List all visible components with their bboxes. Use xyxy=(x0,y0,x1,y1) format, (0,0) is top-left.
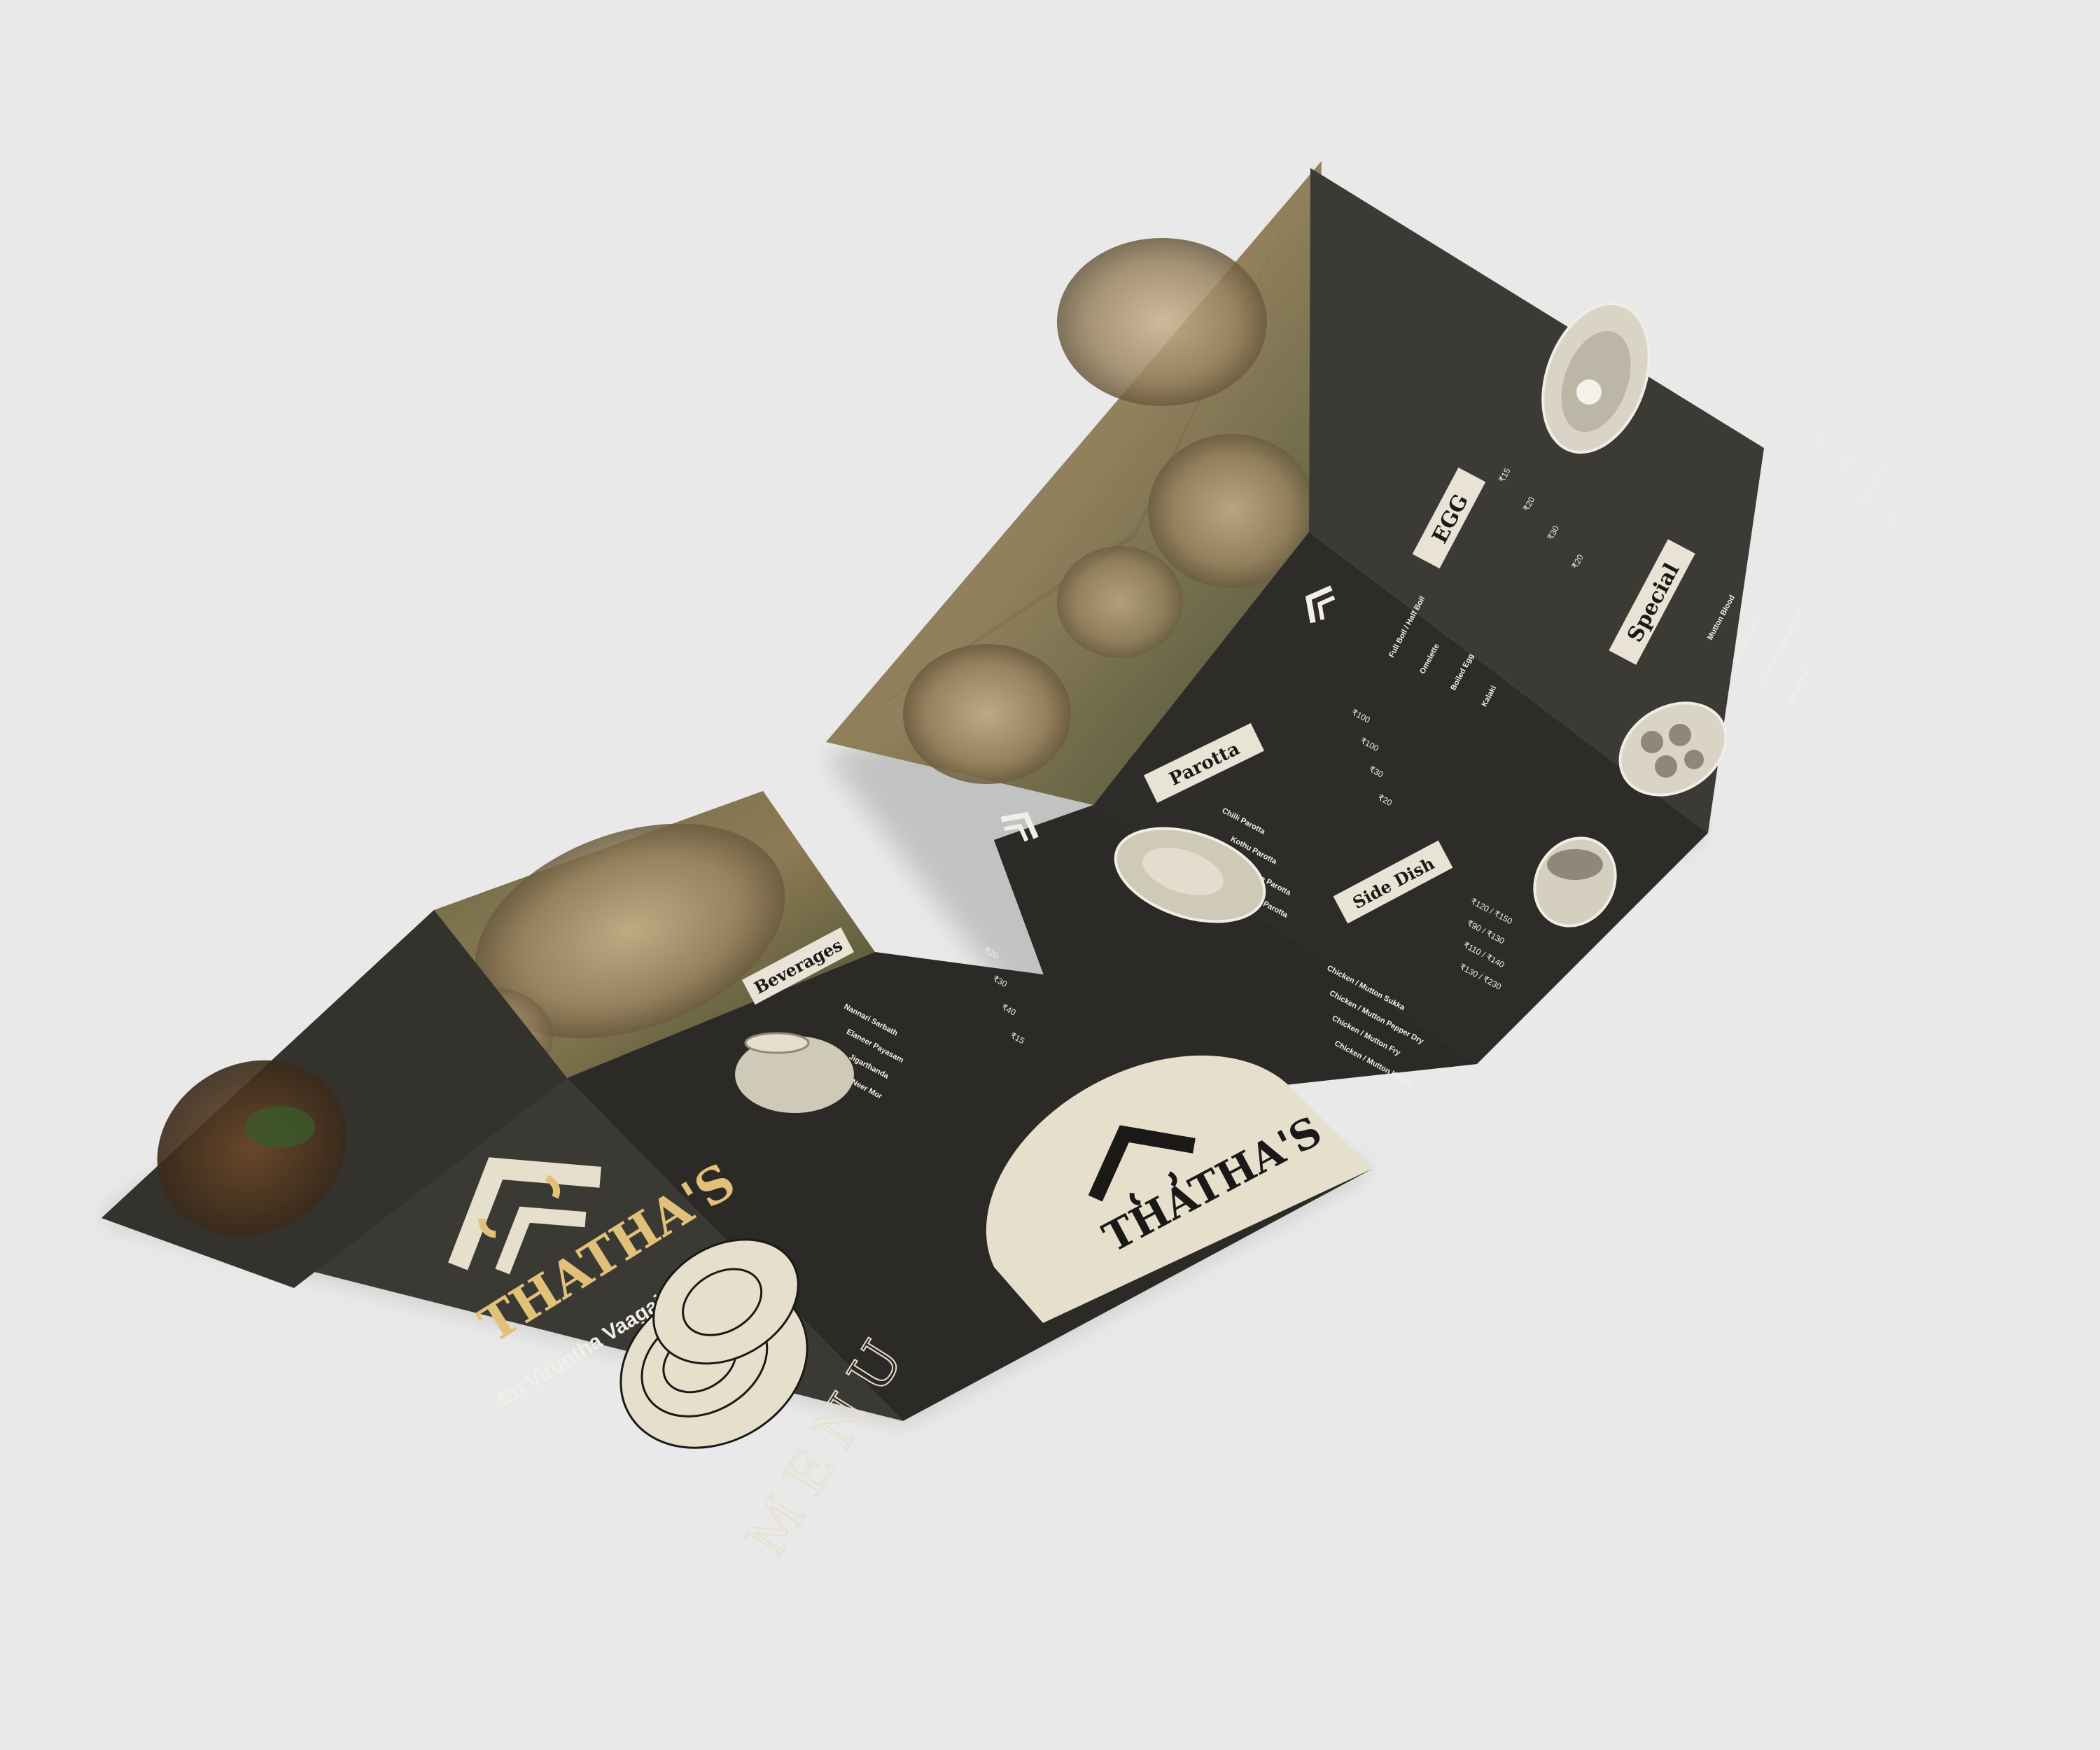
special-price-1: ₹80 xyxy=(1813,431,1828,449)
mockup-scene: EGG Full Boil / Half Boil Omelette Boile… xyxy=(98,161,1900,1569)
inner-brochure: EGG Full Boil / Half Boil Omelette Boile… xyxy=(826,161,1900,1106)
special-item-4: Mutton Boti xyxy=(1785,666,1812,708)
special-price-4: ₹130 xyxy=(1882,512,1900,533)
special-price-3: ₹70 / ₹100 xyxy=(1859,464,1887,505)
special-price-2: ₹100 xyxy=(1836,455,1854,477)
special-item-3: Chicken / Mutton Liver xyxy=(1758,608,1805,685)
special-prices: ₹80 ₹100 ₹70 / ₹100 ₹130 xyxy=(1813,431,1900,533)
